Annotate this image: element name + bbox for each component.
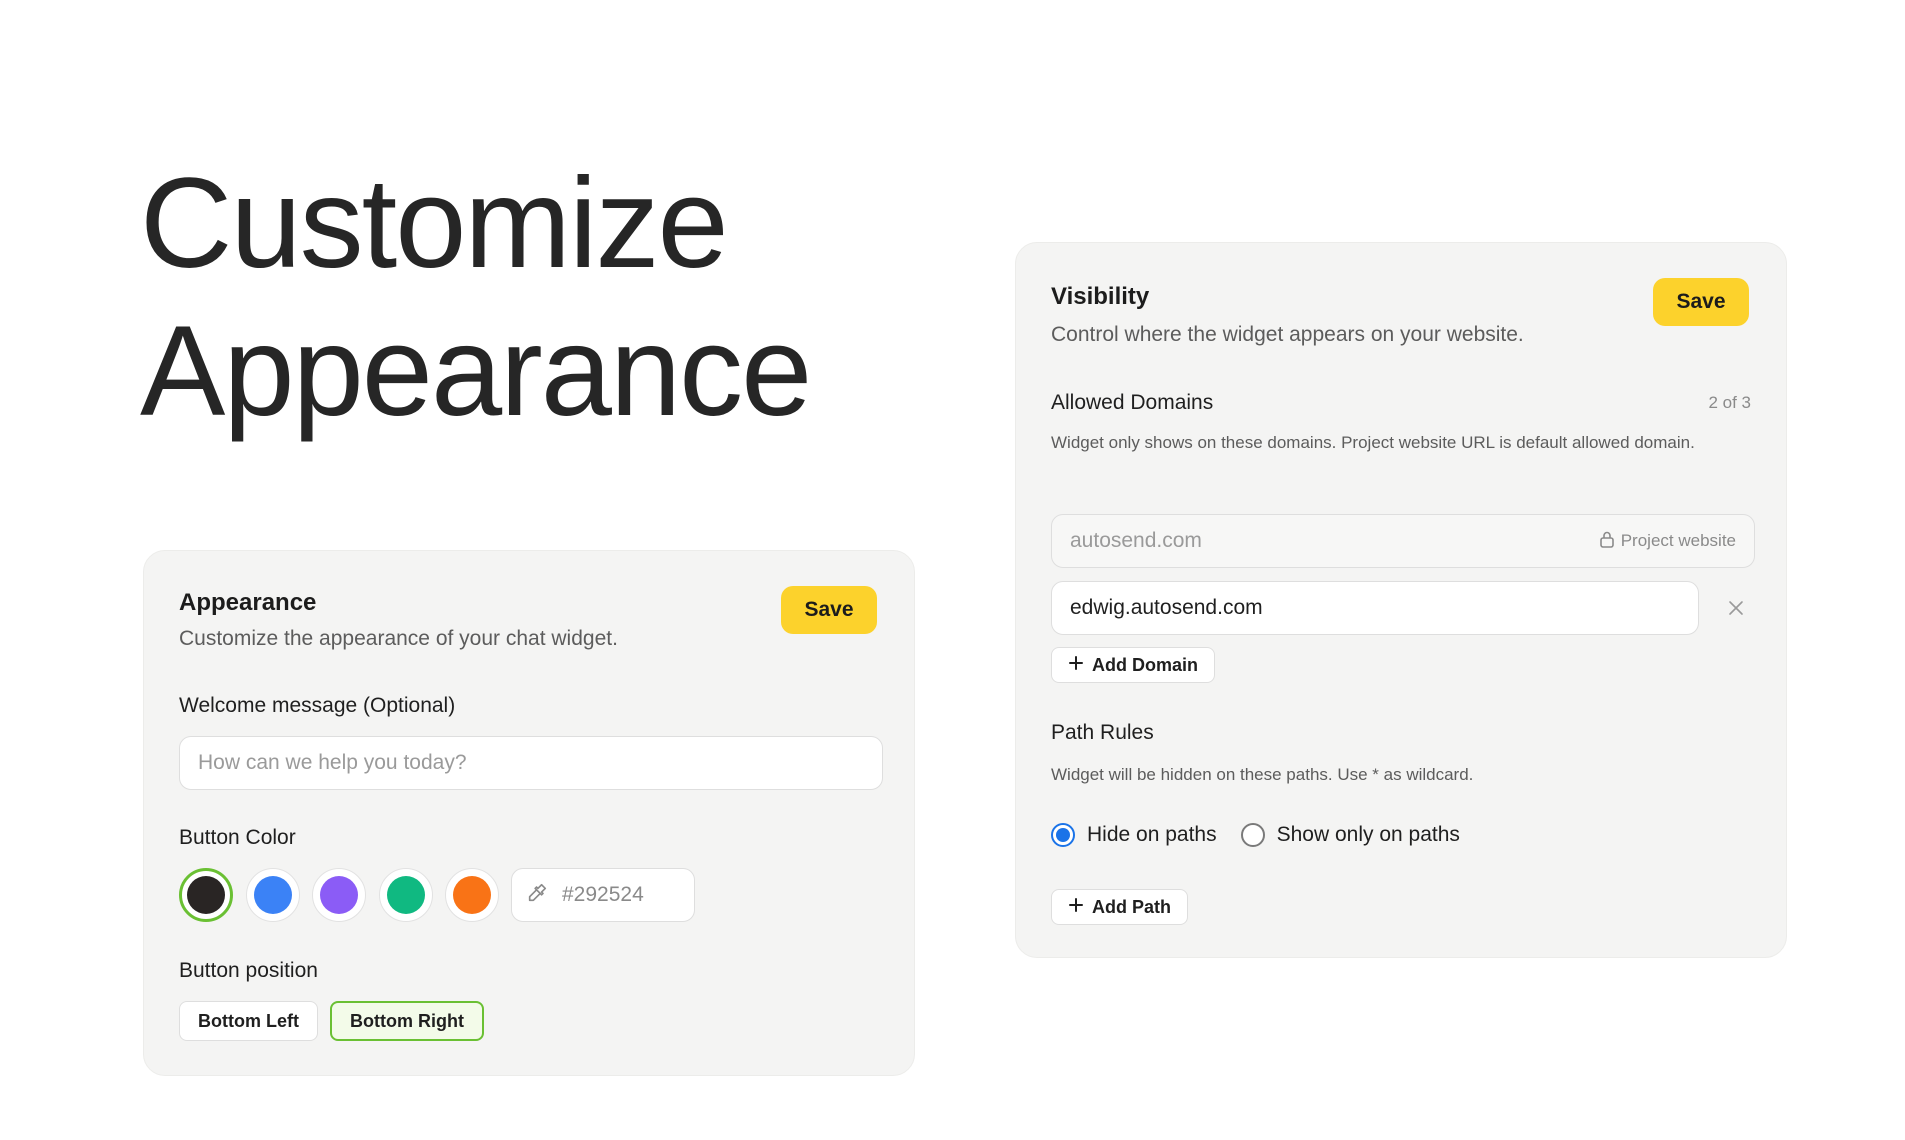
plus-icon: [1068, 655, 1084, 676]
hero-title-line-1: Customize: [140, 152, 729, 295]
path-mode-radio-group: Hide on paths Show only on paths: [1051, 823, 1460, 847]
visibility-subtitle: Control where the widget appears on your…: [1051, 323, 1524, 346]
add-domain-label: Add Domain: [1092, 654, 1198, 675]
project-website-label: Project website: [1620, 531, 1736, 550]
path-rules-help: Widget will be hidden on these paths. Us…: [1051, 765, 1474, 784]
color-dot: [453, 876, 491, 914]
lock-icon: [1599, 530, 1615, 553]
domain-input[interactable]: [1051, 581, 1699, 635]
position-bottom-right-button[interactable]: Bottom Right: [330, 1001, 484, 1041]
color-dot: [320, 876, 358, 914]
color-swatch-green[interactable]: [379, 868, 433, 922]
default-domain-field: autosend.com Project website: [1051, 514, 1755, 568]
domain-count: 2 of 3: [1708, 393, 1751, 412]
button-position-label: Button position: [179, 959, 318, 982]
add-domain-button[interactable]: Add Domain: [1051, 647, 1215, 683]
radio-show-only-on-paths-label: Show only on paths: [1276, 823, 1460, 846]
visibility-card: Visibility Control where the widget appe…: [1015, 242, 1787, 958]
color-dot: [187, 876, 225, 914]
path-rules-label: Path Rules: [1051, 721, 1154, 744]
appearance-title: Appearance: [179, 589, 317, 616]
allowed-domains-label: Allowed Domains: [1051, 391, 1214, 414]
plus-icon: [1068, 897, 1084, 918]
add-path-label: Add Path: [1092, 896, 1171, 917]
button-color-label: Button Color: [179, 826, 296, 849]
appearance-subtitle: Customize the appearance of your chat wi…: [179, 627, 618, 650]
hero-title: Customize Appearance: [140, 150, 812, 446]
radio-button-unchecked[interactable]: [1240, 823, 1265, 847]
color-dot: [254, 876, 292, 914]
welcome-message-label: Welcome message (Optional): [179, 694, 456, 717]
welcome-message-input[interactable]: [179, 736, 883, 790]
radio-hide-on-paths-label: Hide on paths: [1087, 823, 1217, 846]
radio-button-checked[interactable]: [1051, 823, 1075, 847]
hex-color-field[interactable]: #292524: [511, 868, 695, 922]
eyedropper-icon[interactable]: [526, 882, 548, 909]
remove-domain-close-icon[interactable]: [1724, 596, 1748, 620]
color-swatch-purple[interactable]: [312, 868, 366, 922]
appearance-card: Appearance Customize the appearance of y…: [143, 550, 915, 1076]
default-domain-value: autosend.com: [1070, 529, 1202, 552]
allowed-domains-help: Widget only shows on these domains. Proj…: [1051, 433, 1695, 452]
color-dot: [387, 876, 425, 914]
radio-hide-on-paths[interactable]: Hide on paths: [1051, 823, 1217, 847]
add-path-button[interactable]: Add Path: [1051, 889, 1188, 925]
appearance-save-button[interactable]: Save: [781, 586, 877, 634]
color-swatch-orange[interactable]: [445, 868, 499, 922]
color-swatch-blue[interactable]: [246, 868, 300, 922]
color-swatch-black[interactable]: [179, 868, 233, 922]
hero-title-line-2: Appearance: [140, 300, 812, 443]
visibility-save-button[interactable]: Save: [1653, 278, 1749, 326]
position-bottom-left-button[interactable]: Bottom Left: [179, 1001, 318, 1041]
radio-show-only-on-paths[interactable]: Show only on paths: [1240, 823, 1460, 847]
visibility-title: Visibility: [1051, 283, 1150, 310]
hex-color-value: #292524: [562, 883, 644, 906]
project-website-tag: Project website: [1599, 530, 1736, 553]
